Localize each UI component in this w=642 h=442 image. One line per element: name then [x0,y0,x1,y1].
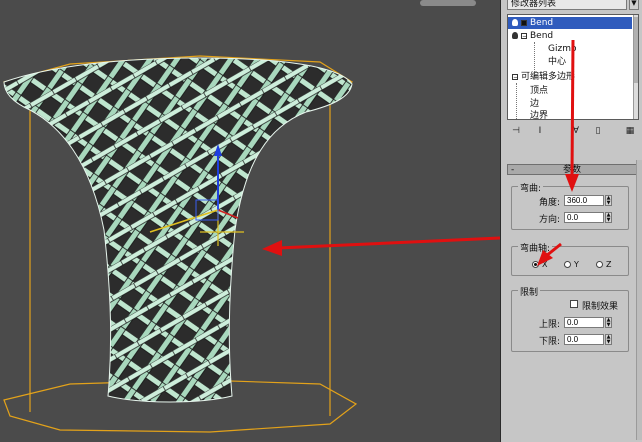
annotation-arrow-to-x-axis [537,242,562,266]
annotation-arrow-to-angle [565,39,579,192]
bent-mesh-object[interactable] [0,40,360,420]
command-panel: 修改器列表 ▼ Bend −Bend Gizmo 中心 −可编辑多边形 顶点 [500,0,642,442]
app-window: 修改器列表 ▼ Bend −Bend Gizmo 中心 −可编辑多边形 顶点 [0,0,642,442]
panel-annotations [537,39,579,266]
